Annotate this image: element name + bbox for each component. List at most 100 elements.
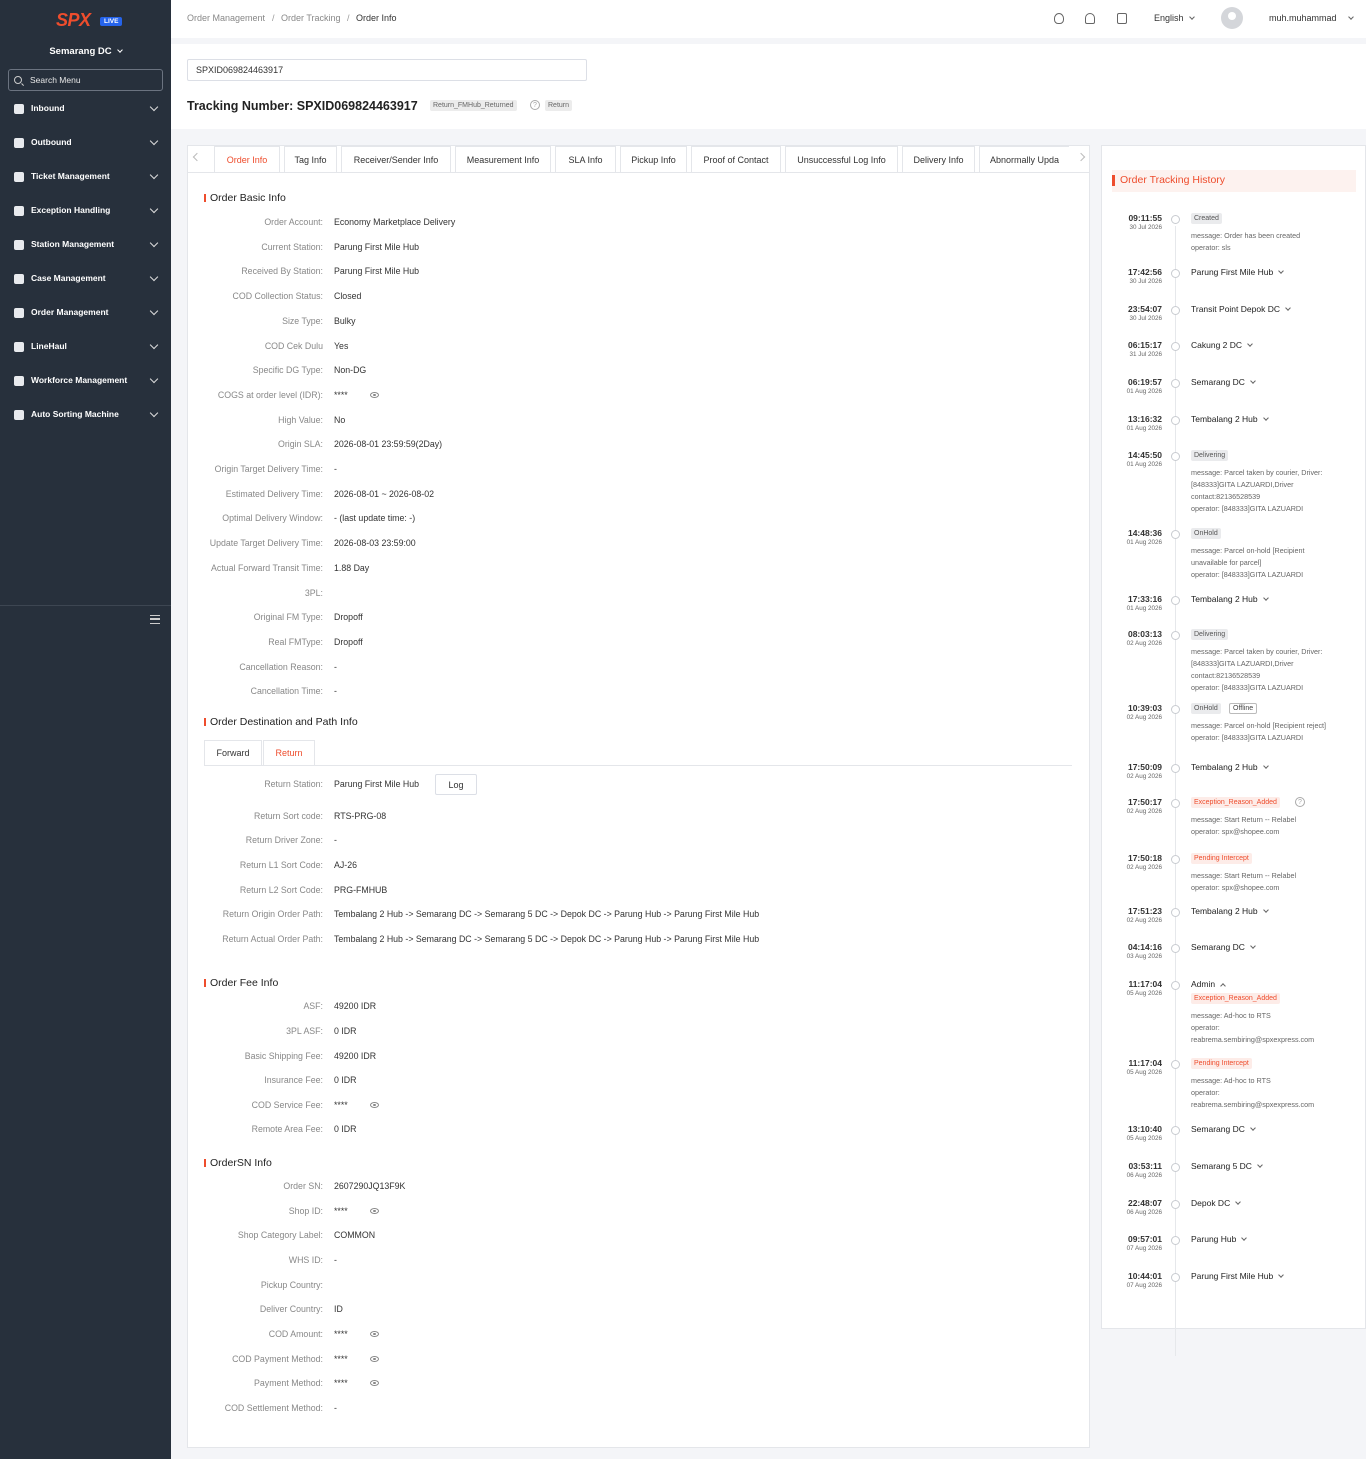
field-label: Return Driver Zone: <box>245 835 323 845</box>
event-station[interactable]: Semarang 5 DC <box>1191 1161 1263 1171</box>
tab-pickup-info[interactable]: Pickup Info <box>620 146 687 172</box>
sidebar-item-exception-handling[interactable]: Exception Handling <box>0 202 171 222</box>
chevron-down-icon <box>149 272 159 282</box>
eye-icon[interactable] <box>370 1380 379 1386</box>
help-icon[interactable]: ? <box>530 100 540 110</box>
sidebar-item-station-management[interactable]: Station Management <box>0 236 171 256</box>
tab-sla-info[interactable]: SLA Info <box>555 146 616 172</box>
bell-icon[interactable] <box>1085 13 1095 24</box>
chevron-down-icon <box>1257 1162 1263 1168</box>
event-station[interactable]: Tembalang 2 Hub <box>1191 762 1269 772</box>
message-line: operator: sls <box>1191 243 1231 252</box>
chevron-down-icon <box>116 47 123 53</box>
eye-icon[interactable] <box>370 1102 379 1108</box>
sidebar-item-inbound[interactable]: Inbound <box>0 100 171 120</box>
breadcrumb-order-tracking[interactable]: Order Tracking <box>281 13 341 23</box>
sidebar-item-order-management[interactable]: Order Management <box>0 304 171 324</box>
language-selector[interactable]: English <box>1154 13 1195 23</box>
tab-order-info[interactable]: Order Info <box>214 146 280 172</box>
tab-proof-of-contact[interactable]: Proof of Contact <box>691 146 781 172</box>
sidebar-item-outbound[interactable]: Outbound <box>0 134 171 154</box>
field-value: AJ-26 <box>334 860 357 870</box>
field-value: PRG-FMHUB <box>334 885 388 895</box>
eye-icon[interactable] <box>370 1356 379 1362</box>
event-station[interactable]: Admin <box>1191 979 1226 989</box>
timeline-dot-icon <box>1171 1060 1180 1069</box>
event-station[interactable]: Semarang DC <box>1191 1124 1256 1134</box>
event-station[interactable]: Parung First Mile Hub <box>1191 267 1285 277</box>
message-line: operator: [848333]GITA LAZUARDI <box>1191 683 1304 692</box>
spx-logo[interactable]: SPX <box>56 10 91 31</box>
station-selector[interactable]: Semarang DC <box>0 46 171 57</box>
station-label: Semarang DC <box>49 46 112 57</box>
field-value: 0 IDR <box>334 1075 357 1085</box>
event-date: 03 Aug 2026 <box>1126 953 1162 960</box>
tracking-number-input[interactable]: SPXID069824463917 <box>187 59 587 81</box>
clipboard-icon[interactable] <box>1117 13 1127 24</box>
event-station[interactable]: Depok DC <box>1191 1198 1242 1208</box>
field-label: Return L2 Sort Code: <box>239 885 323 895</box>
message-line: message: Parcel taken by courier, Driver… <box>1191 468 1323 477</box>
timeline-dot-icon <box>1171 981 1180 990</box>
sidebar-item-case-management[interactable]: Case Management <box>0 270 171 290</box>
sidebar-item-ticket-management[interactable]: Ticket Management <box>0 168 171 188</box>
tab-strip: Order Info Tag Info Receiver/Sender Info Me… <box>188 146 1089 173</box>
event-station[interactable]: Tembalang 2 Hub <box>1191 906 1269 916</box>
field-label: ASF: <box>303 1001 323 1011</box>
subtab-forward[interactable]: Forward <box>204 740 262 766</box>
sidebar-item-auto-sorting-machine[interactable]: Auto Sorting Machine <box>0 406 171 426</box>
event-message: message: Parcel taken by courier, Driver… <box>1191 646 1356 694</box>
menu-icon <box>14 342 24 352</box>
subtab-return[interactable]: Return <box>263 740 315 766</box>
timeline-line <box>1175 226 1176 1356</box>
shield-icon[interactable] <box>1054 13 1064 24</box>
event-date: 31 Jul 2026 <box>1129 351 1162 358</box>
help-icon[interactable]: ? <box>1295 797 1305 807</box>
tab-receiver-sender-info[interactable]: Receiver/Sender Info <box>341 146 451 172</box>
sidebar-item-linehaul[interactable]: LineHaul <box>0 338 171 358</box>
event-station[interactable]: Semarang DC <box>1191 377 1256 387</box>
event-station[interactable]: Cakung 2 DC <box>1191 340 1253 350</box>
tab-delivery-info[interactable]: Delivery Info <box>902 146 975 172</box>
eye-icon[interactable] <box>370 392 379 398</box>
user-menu[interactable]: muh.muhammad <box>1269 13 1354 23</box>
chevron-left-icon[interactable] <box>192 152 202 162</box>
event-time: 14:45:50 <box>1127 450 1162 460</box>
event-station[interactable]: Semarang DC <box>1191 942 1256 952</box>
eye-icon[interactable] <box>370 1331 379 1337</box>
event-time: 03:53:11 <box>1128 1161 1162 1171</box>
message-line: contact:82136528539 <box>1191 671 1261 680</box>
chevron-right-icon[interactable] <box>1076 152 1086 162</box>
offline-tag: Offline <box>1229 703 1258 714</box>
field-value: Economy Marketplace Delivery <box>334 217 456 227</box>
tab-measurement-info[interactable]: Measurement Info <box>455 146 551 172</box>
avatar[interactable] <box>1221 7 1243 29</box>
breadcrumb-order-management[interactable]: Order Management <box>187 13 265 23</box>
timeline-dot-icon <box>1171 342 1180 351</box>
log-button[interactable]: Log <box>435 774 477 795</box>
tab-unsuccessful-log-info[interactable]: Unsuccessful Log Info <box>785 146 898 172</box>
chevron-down-icon <box>149 306 159 316</box>
sidebar-item-workforce-management[interactable]: Workforce Management <box>0 372 171 392</box>
event-tag: Created <box>1191 213 1222 224</box>
field-value: 2026-08-03 23:59:00 <box>334 538 416 548</box>
event-station[interactable]: Tembalang 2 Hub <box>1191 414 1269 424</box>
collapse-menu-icon[interactable] <box>150 615 160 624</box>
menu-search-input[interactable]: Search Menu <box>8 69 163 91</box>
field-label: Received By Station: <box>241 266 323 276</box>
tab-abnormally-upda[interactable]: Abnormally Upda <box>979 146 1069 172</box>
chevron-down-icon <box>1262 763 1269 769</box>
event-station[interactable]: Parung Hub <box>1191 1234 1248 1244</box>
event-station[interactable]: Transit Point Depok DC <box>1191 304 1291 314</box>
timeline-dot-icon <box>1171 416 1180 425</box>
event-date: 01 Aug 2026 <box>1126 605 1162 612</box>
event-station[interactable]: Tembalang 2 Hub <box>1191 594 1269 604</box>
event-station[interactable]: Parung First Mile Hub <box>1191 1271 1285 1281</box>
field-value: **** <box>334 390 348 400</box>
menu-icon <box>14 274 24 284</box>
tab-tag-info[interactable]: Tag Info <box>284 146 337 172</box>
return-badge: Return <box>545 100 573 111</box>
event-date: 02 Aug 2026 <box>1126 773 1162 780</box>
eye-icon[interactable] <box>370 1208 379 1214</box>
sidebar-item-label: Outbound <box>31 137 72 147</box>
